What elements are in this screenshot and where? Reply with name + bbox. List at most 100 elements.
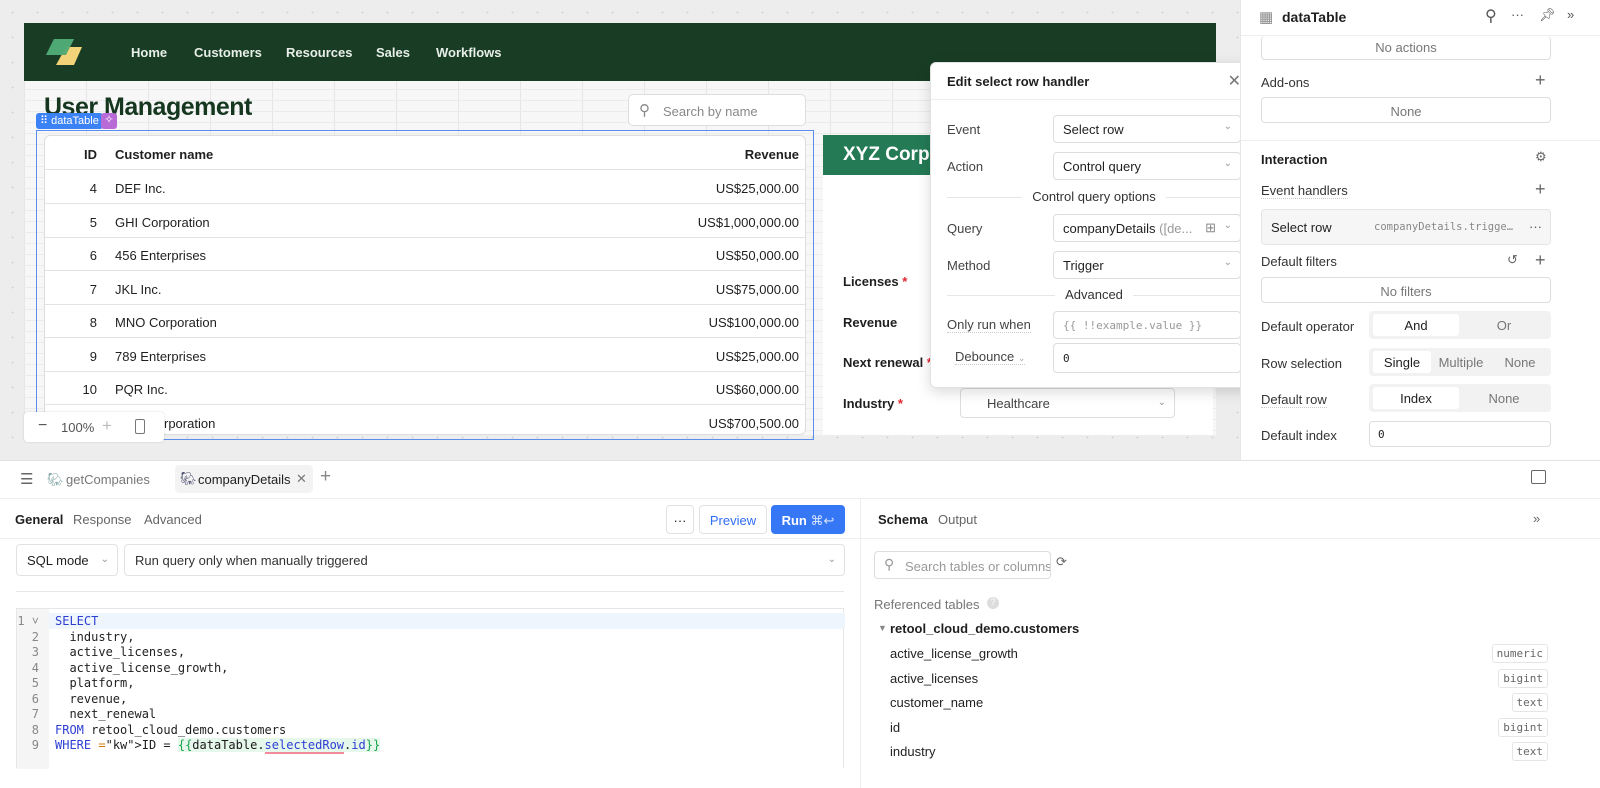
only-run-input[interactable]: {{ !!example.value }}: [1053, 311, 1241, 339]
row-selection-none[interactable]: None: [1491, 351, 1549, 373]
divider: [931, 99, 1255, 100]
mobile-icon[interactable]: [135, 419, 145, 434]
query-label: Query: [947, 221, 983, 236]
settings-sliders-icon[interactable]: ⚙: [1535, 149, 1547, 165]
schema-column[interactable]: id: [890, 720, 900, 735]
caret-down-icon[interactable]: ▼: [878, 623, 887, 633]
more-icon[interactable]: ···: [1511, 7, 1524, 22]
schema-search-input[interactable]: ⚲ Search tables or columns: [874, 551, 1051, 579]
col-revenue[interactable]: Revenue: [745, 147, 799, 162]
tab-getcompanies[interactable]: getCompanies: [66, 472, 150, 487]
zoom-in-button[interactable]: +: [102, 416, 112, 436]
schema-column[interactable]: customer_name: [890, 695, 983, 710]
nav-resources[interactable]: Resources: [286, 45, 352, 60]
default-index-label: Default index: [1261, 428, 1337, 443]
default-row-none[interactable]: None: [1461, 387, 1547, 409]
zoom-level: 100%: [61, 420, 95, 435]
refresh-icon[interactable]: ⟳: [1056, 554, 1067, 570]
line-number: 7: [31, 707, 39, 721]
event-handler-item[interactable]: Select row companyDetails.trigge… ···: [1261, 209, 1551, 245]
row-selection-label: Row selection: [1261, 356, 1342, 371]
code-line: WHERE ="kw">ID = {{dataTable.selectedRow…: [55, 738, 381, 754]
query-select[interactable]: companyDetails ([de... ⊞ ⌄: [1053, 214, 1241, 242]
table-row[interactable]: 10 PQR Inc. US$60,000.00: [45, 371, 805, 405]
cell-id: 7: [89, 281, 97, 297]
default-index-input[interactable]: 0: [1369, 421, 1551, 447]
row-selection-multiple[interactable]: Multiple: [1431, 351, 1491, 373]
line-number: 9: [31, 738, 39, 752]
reset-icon[interactable]: ↺: [1507, 252, 1518, 268]
add-query-button[interactable]: +: [320, 466, 331, 488]
sparkle-icon[interactable]: ✧: [101, 113, 117, 129]
operator-or[interactable]: Or: [1461, 314, 1547, 336]
debounce-dropdown[interactable]: Debounce ⌄: [955, 349, 1026, 365]
mode-select[interactable]: SQL mode ⌄: [16, 544, 118, 576]
tab-companydetails[interactable]: 🐘︎ companyDetails ✕: [175, 465, 313, 493]
schema-table-name[interactable]: retool_cloud_demo.customers: [890, 621, 1079, 636]
table-row[interactable]: 9 789 Enterprises US$25,000.00: [45, 338, 805, 372]
help-icon[interactable]: ?: [987, 597, 999, 609]
nav-workflows[interactable]: Workflows: [436, 45, 502, 60]
nav-home[interactable]: Home: [131, 45, 167, 60]
zoom-out-button[interactable]: −: [38, 417, 47, 435]
divider: [1241, 140, 1600, 141]
inspector-title[interactable]: dataTable: [1282, 9, 1346, 25]
table-row[interactable]: 8 MNO Corporation US$100,000.00: [45, 304, 805, 338]
col-id[interactable]: ID: [45, 147, 97, 162]
collapse-icon[interactable]: »: [1567, 7, 1574, 22]
method-value: Trigger: [1063, 258, 1104, 273]
pin-icon[interactable]: 📌︎: [1539, 7, 1556, 23]
search-input[interactable]: ⚲ Search by name: [628, 94, 806, 126]
minimize-panel-icon[interactable]: [1531, 470, 1546, 484]
more-button[interactable]: ···: [666, 505, 694, 534]
row-selection-single[interactable]: Single: [1373, 351, 1431, 373]
preview-button[interactable]: Preview: [699, 505, 767, 534]
search-icon[interactable]: ⚲: [1485, 6, 1497, 26]
close-icon[interactable]: ✕: [296, 471, 307, 487]
add-filter-icon[interactable]: +: [1535, 250, 1546, 271]
cell-id: 4: [89, 181, 97, 196]
col-customer-name[interactable]: Customer name: [115, 147, 213, 162]
addons-box: None: [1261, 97, 1551, 123]
table-row[interactable]: 7 JKL Inc. US$75,000.00: [45, 271, 805, 305]
add-icon[interactable]: +: [1535, 70, 1546, 91]
tab-output[interactable]: Output: [938, 512, 977, 527]
section-control-query: Control query options: [947, 189, 1241, 204]
column-type-badge: bigint: [1498, 668, 1548, 688]
table-row[interactable]: 5 GHI Corporation US$1,000,000.00: [45, 204, 805, 238]
field-next-renewal: Next renewal *: [843, 355, 932, 370]
method-select[interactable]: Trigger ⌄: [1053, 251, 1241, 279]
close-icon[interactable]: ✕: [1228, 71, 1241, 91]
line-number: 8: [31, 722, 39, 737]
component-badge[interactable]: ⠿ dataTable: [36, 113, 103, 129]
debounce-input[interactable]: 0: [1053, 343, 1241, 373]
subtab-advanced[interactable]: Advanced: [144, 512, 202, 527]
trigger-select[interactable]: Run query only when manually triggered ⌄: [124, 544, 845, 576]
mode-value: SQL mode: [27, 553, 89, 568]
schema-column[interactable]: industry: [890, 744, 936, 759]
table-row[interactable]: 4 DEF Inc. US$25,000.00: [45, 170, 805, 204]
table-row[interactable]: 6 456 Enterprises US$50,000.00: [45, 237, 805, 271]
nav-sales[interactable]: Sales: [376, 45, 410, 60]
subtab-general[interactable]: General: [15, 512, 63, 527]
industry-select[interactable]: Healthcare ⌄: [960, 388, 1175, 418]
sql-editor[interactable]: 1 ˅ SELECT 2 industry, 3 active_licenses, 4 …: [16, 608, 845, 769]
tab-schema[interactable]: Schema: [878, 512, 928, 527]
default-row-index[interactable]: Index: [1373, 387, 1459, 409]
expand-icon[interactable]: »: [1533, 511, 1540, 526]
add-handler-icon[interactable]: +: [1535, 179, 1546, 200]
subtab-response[interactable]: Response: [73, 512, 132, 527]
schema-column[interactable]: active_licenses: [890, 671, 978, 686]
event-select[interactable]: Select row ⌄: [1053, 115, 1241, 143]
cell-name: GHI Corporation: [115, 214, 210, 230]
schema-column[interactable]: active_license_growth: [890, 646, 1018, 661]
line-number: 1 ˅: [17, 614, 39, 628]
nav-customers[interactable]: Customers: [194, 45, 262, 60]
run-button[interactable]: Run ⌘↩: [771, 505, 845, 534]
menu-icon[interactable]: ☰: [20, 470, 33, 488]
more-icon[interactable]: ···: [1529, 219, 1542, 234]
action-select[interactable]: Control query ⌄: [1053, 152, 1241, 180]
add-query-icon[interactable]: ⊞: [1205, 220, 1216, 236]
cell-id: 5: [89, 214, 97, 230]
operator-and[interactable]: And: [1373, 314, 1459, 336]
